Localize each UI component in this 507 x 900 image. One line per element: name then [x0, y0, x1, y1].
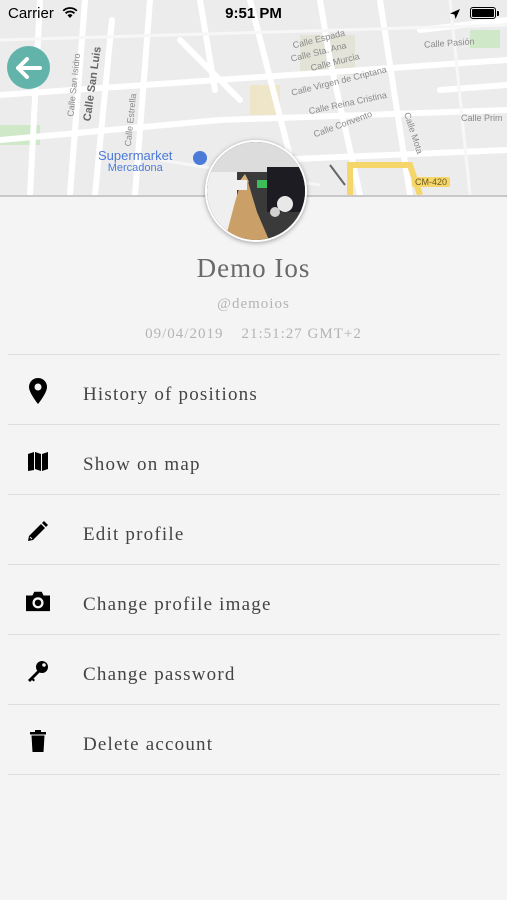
location-arrow-icon — [449, 7, 461, 25]
camera-icon — [26, 589, 50, 613]
profile-menu: History of positions Show on map Edit pr… — [8, 354, 500, 775]
timestamp-time: 21:51:27 GMT+2 — [241, 326, 362, 342]
menu-item-change-password[interactable]: Change password — [8, 635, 500, 705]
map-icon — [26, 449, 50, 473]
menu-item-label: Show on map — [83, 454, 201, 475]
menu-item-edit-profile[interactable]: Edit profile — [8, 495, 500, 565]
menu-item-label: Edit profile — [83, 524, 185, 545]
menu-item-label: Delete account — [83, 734, 214, 755]
avatar[interactable] — [205, 140, 307, 242]
menu-item-label: Change password — [83, 664, 236, 685]
menu-item-show-on-map[interactable]: Show on map — [8, 425, 500, 495]
last-update-timestamp: 09/04/2019 21:51:27 GMT+2 — [0, 326, 507, 343]
status-bar: Carrier 9:51 PM — [0, 0, 507, 26]
menu-item-label: Change profile image — [83, 594, 272, 615]
map-poi-label[interactable]: Supermarket Mercadona — [98, 148, 172, 174]
timestamp-date: 09/04/2019 — [145, 326, 224, 342]
trash-icon — [26, 729, 50, 753]
arrow-left-icon — [15, 56, 42, 79]
menu-item-history-of-positions[interactable]: History of positions — [8, 355, 500, 425]
back-button[interactable] — [7, 46, 50, 89]
profile-name: Demo Ios — [196, 253, 311, 283]
profile-photo — [207, 142, 305, 240]
map-marker-icon — [26, 378, 50, 404]
map-road-number: CM-420 — [412, 177, 451, 187]
map-street-label: Calle Prim — [461, 113, 503, 123]
profile-handle: @demoios — [217, 296, 290, 312]
status-time: 9:51 PM — [225, 5, 282, 22]
battery-icon — [470, 7, 499, 19]
menu-item-label: History of positions — [83, 384, 258, 405]
poi-name: Supermarket — [98, 148, 173, 163]
pencil-icon — [26, 519, 50, 543]
poi-subtitle: Mercadona — [107, 162, 163, 174]
menu-item-change-profile-image[interactable]: Change profile image — [8, 565, 500, 635]
key-icon — [26, 659, 50, 683]
menu-item-delete-account[interactable]: Delete account — [8, 705, 500, 775]
